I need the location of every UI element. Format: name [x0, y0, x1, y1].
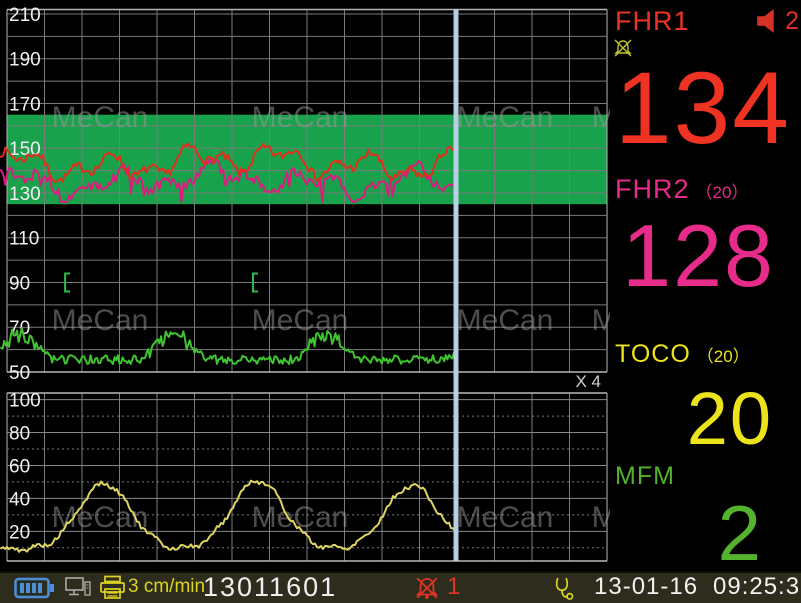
watermark: MeCan [457, 101, 554, 134]
network-monitor-icon [64, 576, 92, 601]
fhr-axis-tick: 170 [9, 95, 41, 116]
fhr-axis-tick: 90 [9, 274, 30, 295]
battery-icon [14, 577, 56, 599]
fhr2-value[interactable]: 128 [622, 212, 775, 300]
mfm-section[interactable]: MFM [615, 462, 675, 491]
print-speed: 3 cm/min [128, 573, 205, 601]
status-date: 13-01-16 [594, 573, 698, 601]
fhr-axis-tick: 190 [9, 50, 41, 71]
alarm-volume-level: 2 [785, 9, 799, 34]
mfm-scale-label: X 4 [575, 372, 601, 391]
fhr2-label: FHR2 [615, 174, 690, 205]
toco-qualifier: （20） [697, 342, 750, 367]
toco-axis-tick: 40 [9, 489, 30, 510]
toco-axis-tick: 80 [9, 424, 30, 445]
watermark: MeCan [592, 304, 610, 337]
fhr1-section[interactable]: FHR1 [615, 6, 690, 37]
watermark: MeCan [592, 501, 610, 534]
time-cursor[interactable] [454, 10, 459, 562]
watermark: MeCan [52, 304, 149, 337]
alarm-count: 1 [447, 573, 460, 601]
fhr2-section[interactable]: FHR2 （20） [615, 174, 748, 205]
fhr-axis-tick: 210 [9, 5, 41, 26]
mfm-value[interactable]: 2 [718, 494, 763, 572]
toco-section[interactable]: TOCO （20） [615, 340, 750, 369]
fhr1-label: FHR1 [615, 6, 690, 37]
patient-id[interactable]: 13011601 [203, 573, 337, 601]
printer-icon[interactable] [99, 575, 126, 601]
mfm-label: MFM [615, 462, 675, 491]
trace-area: MeCan MeCan MeCan MeCan MeCan MeCan MeCan MeCan… [0, 0, 610, 565]
fhr-axis-tick: 110 [9, 229, 39, 250]
monitor-screen: MeCan MeCan MeCan MeCan MeCan MeCan MeCan MeCan… [0, 0, 801, 601]
alarm-volume[interactable]: 2 [755, 8, 799, 34]
speaker-icon [755, 8, 783, 34]
toco-label: TOCO [615, 340, 691, 369]
watermark: MeCan [457, 501, 554, 534]
status-time: 09:25:32 [713, 573, 801, 601]
watermark: MeCan [52, 101, 149, 134]
watermark: MeCan [457, 304, 554, 337]
toco-axis-tick: 60 [9, 457, 30, 478]
watermark: MeCan [252, 304, 349, 337]
status-bar: 3 cm/min 13011601 1 13-01-16 09:25:32 [0, 571, 801, 603]
toco-axis-tick: 100 [9, 391, 41, 412]
toco-axis-tick: 20 [9, 522, 30, 543]
trace-svg: MeCan MeCan MeCan MeCan MeCan MeCan MeCan MeCan… [0, 0, 610, 565]
fhr-axis-tick: 130 [9, 184, 41, 205]
fhr1-value[interactable]: 134 [615, 57, 791, 159]
watermark: MeCan [252, 101, 349, 134]
watermark: MeCan [52, 501, 149, 534]
fhr2-qualifier: （20） [696, 178, 749, 203]
toco-value[interactable]: 20 [687, 382, 773, 456]
watermark: MeCan [592, 101, 610, 134]
alarm-muted-icon[interactable] [413, 575, 441, 601]
fhr-axis-tick: 50 [9, 363, 30, 384]
stethoscope-icon [551, 576, 575, 601]
numeric-panel: FHR1 2 134 FHR2 （20） 128 TOCO （20） 20 MF… [610, 0, 801, 565]
